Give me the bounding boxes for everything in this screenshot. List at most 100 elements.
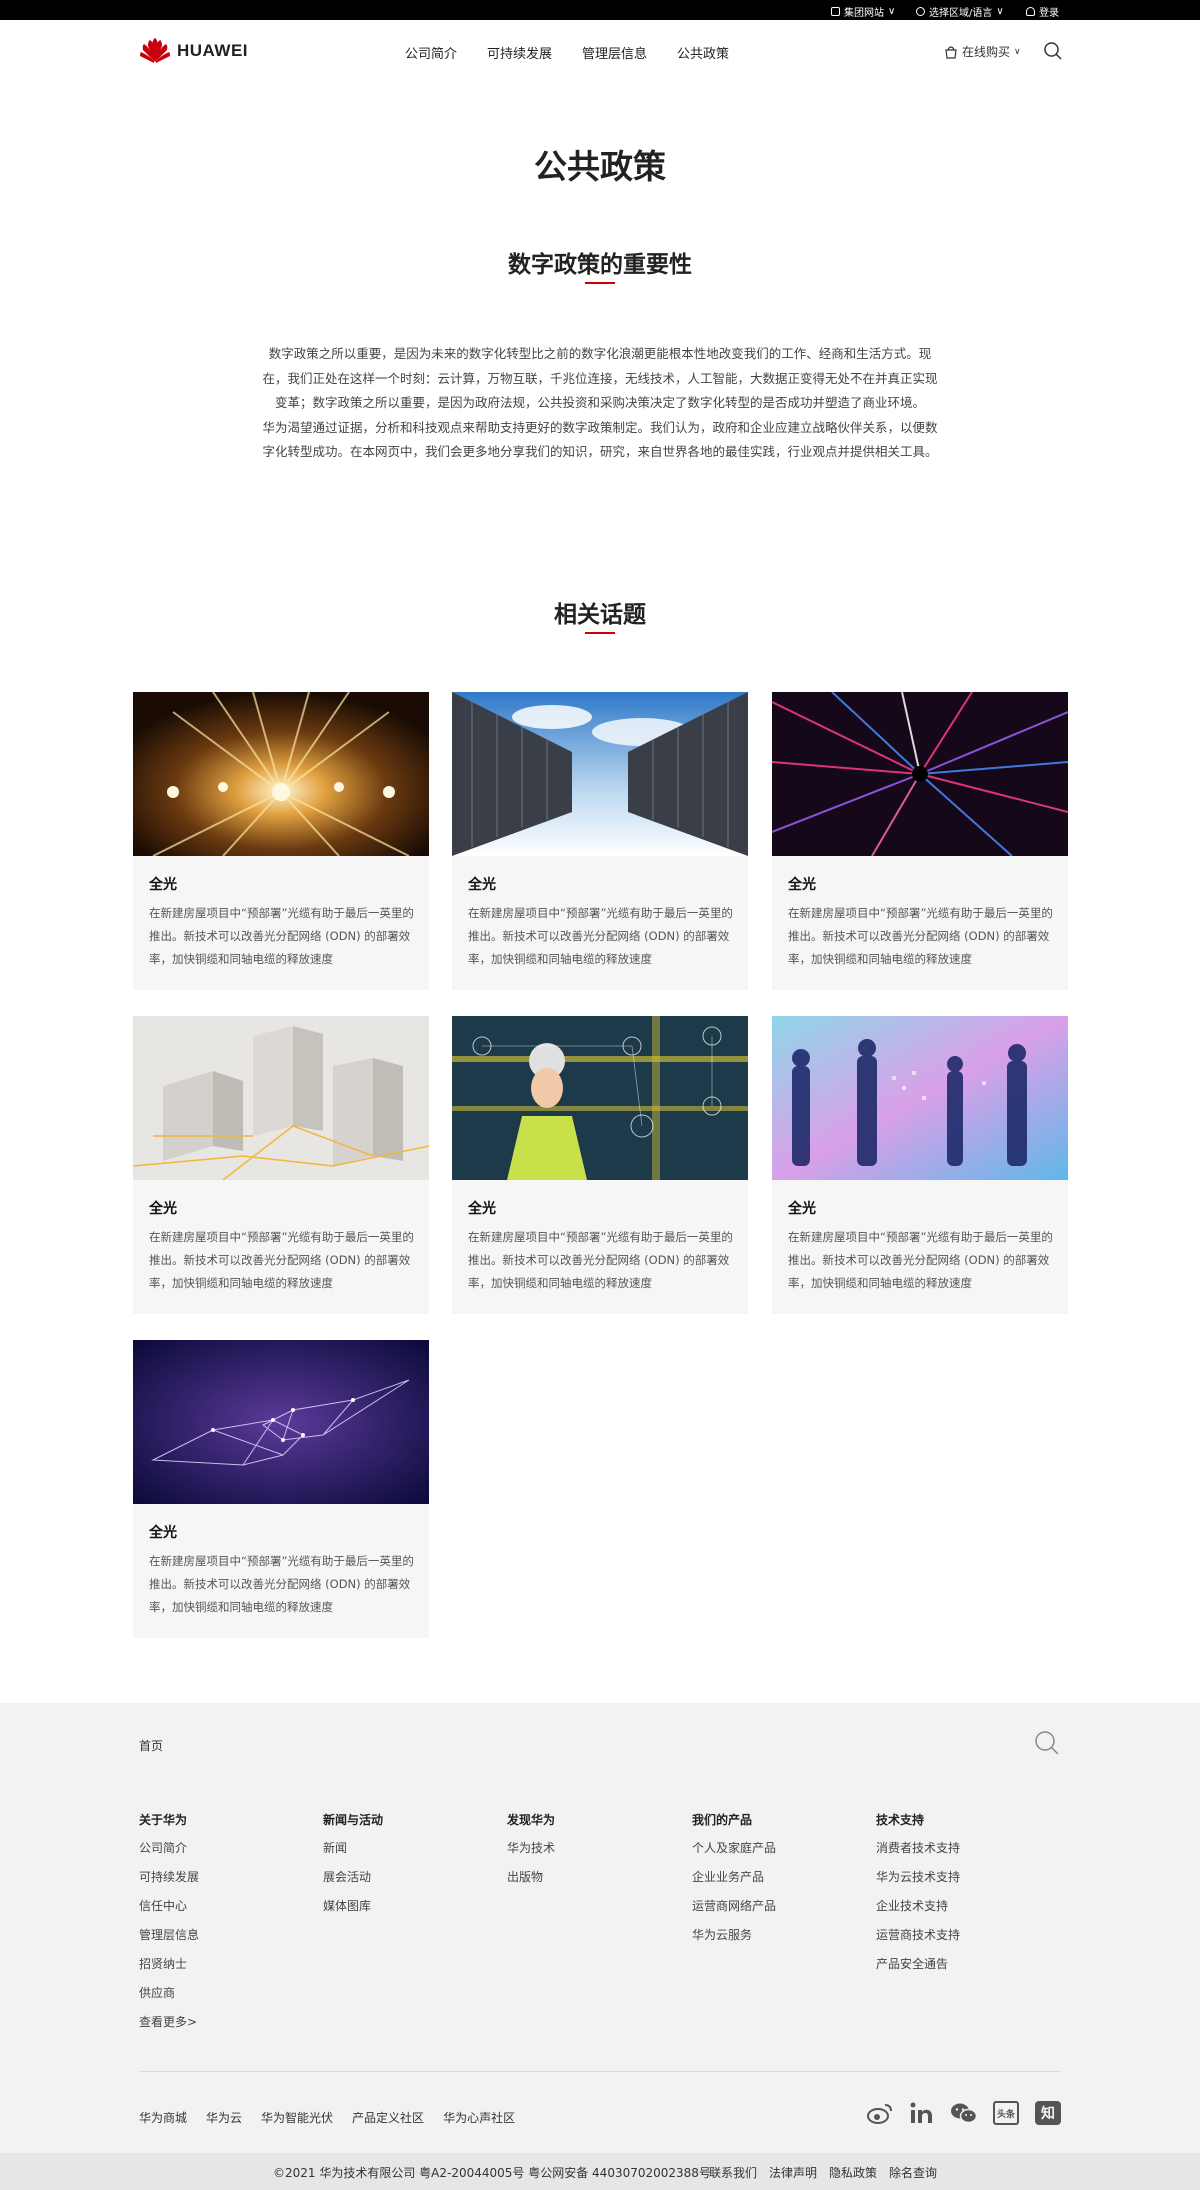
card-description: 在新建房屋项目中“预部署”光缆有助于最后一英里的推出。新技术可以改善光分配网络 …: [149, 1230, 414, 1290]
linkedin-icon[interactable]: [908, 2099, 936, 2127]
search-icon[interactable]: [1043, 41, 1063, 61]
card-title: 全光: [788, 877, 816, 893]
weibo-icon[interactable]: [866, 2099, 894, 2127]
footer-link[interactable]: 运营商技术支持: [876, 1927, 960, 1956]
footer-link[interactable]: 招贤纳士: [139, 1956, 199, 1985]
footer-link[interactable]: 供应商: [139, 1985, 199, 2014]
card-image: [772, 692, 1068, 856]
site-footer: 首页 关于华为 公司简介 可持续发展 信任中心 管理层信息 招贤纳士 供应商 查…: [0, 1703, 1200, 2190]
footer-column-title: 发现华为: [507, 1813, 556, 1827]
page-title: 公共政策: [534, 147, 666, 186]
copyright-bar: ©2021 华为技术有限公司 粤A2-20044005号 粤公网安备 44030…: [0, 2153, 1200, 2190]
card-image: [452, 692, 748, 856]
card-title: 全光: [149, 1525, 177, 1541]
section-divider: [585, 282, 615, 284]
section-title-related-topics: 相关话题: [554, 602, 646, 628]
site-header: HUAWEI 公司简介 可持续发展 管理层信息 公共政策 在线购买 ∨: [0, 20, 1200, 86]
footer-link[interactable]: 媒体图库: [323, 1898, 383, 1927]
card-title: 全光: [149, 877, 177, 893]
intro-paragraph: 华为渴望通过证据，分析和科技观点来帮助支持更好的数字政策制定。我们认为，政府和企…: [262, 419, 938, 460]
footer-column-title: 我们的产品: [692, 1813, 753, 1827]
footer-bottom-link[interactable]: 华为智能光伏: [261, 2109, 333, 2126]
footer-link[interactable]: 公司简介: [139, 1840, 199, 1869]
legal-link[interactable]: 除名查询: [889, 2164, 937, 2181]
chevron-down-icon: ∨: [996, 6, 1004, 17]
toutiao-icon[interactable]: 头条: [992, 2099, 1020, 2127]
footer-bottom-link[interactable]: 华为商城: [139, 2109, 187, 2126]
login-label: 登录: [1039, 8, 1059, 19]
card-image: [772, 1016, 1068, 1180]
footer-bottom-link[interactable]: 华为云: [206, 2109, 242, 2126]
footer-link[interactable]: 运营商网络产品: [692, 1898, 776, 1927]
shop-online-button[interactable]: 在线购买 ∨: [944, 43, 1021, 60]
card-image: [133, 692, 429, 856]
card-title: 全光: [149, 1201, 177, 1217]
topic-card[interactable]: 全光 在新建房屋项目中“预部署”光缆有助于最后一英里的推出。新技术可以改善光分配…: [452, 1016, 748, 1314]
search-icon[interactable]: [1034, 1730, 1060, 1756]
shop-online-label: 在线购买: [962, 45, 1011, 59]
chevron-down-icon: ∨: [888, 6, 896, 17]
legal-link[interactable]: 联系我们: [709, 2164, 757, 2181]
nav-item-public-policy[interactable]: 公共政策: [677, 43, 729, 62]
footer-link[interactable]: 个人及家庭产品: [692, 1840, 776, 1869]
footer-column-about: 关于华为 公司简介 可持续发展 信任中心 管理层信息 招贤纳士 供应商 查看更多…: [139, 1811, 199, 2043]
login-link[interactable]: 登录: [1026, 4, 1059, 19]
topic-card[interactable]: 全光 在新建房屋项目中“预部署”光缆有助于最后一英里的推出。新技术可以改善光分配…: [133, 1340, 429, 1638]
footer-column-products: 我们的产品 个人及家庭产品 企业业务产品 运营商网络产品 华为云服务: [692, 1811, 776, 1956]
nav-item-company-profile[interactable]: 公司简介: [405, 43, 457, 62]
card-image: [452, 1016, 748, 1180]
legal-link[interactable]: 隐私政策: [829, 2164, 877, 2181]
nav-item-management[interactable]: 管理层信息: [582, 43, 647, 62]
footer-link[interactable]: 管理层信息: [139, 1927, 199, 1956]
topic-card[interactable]: 全光 在新建房屋项目中“预部署”光缆有助于最后一英里的推出。新技术可以改善光分配…: [772, 692, 1068, 990]
card-description: 在新建房屋项目中“预部署”光缆有助于最后一英里的推出。新技术可以改善光分配网络 …: [468, 1230, 733, 1290]
wechat-icon[interactable]: [950, 2099, 978, 2127]
footer-bottom-links: 华为商城 华为云 华为智能光伏 产品定义社区 华为心声社区: [139, 2109, 515, 2126]
footer-link[interactable]: 产品安全通告: [876, 1956, 960, 1985]
intro-paragraph: 数字政策之所以重要，是因为未来的数字化转型比之前的数字化浪潮更能根本性地改变我们…: [262, 346, 938, 410]
card-image: [133, 1016, 429, 1180]
footer-link[interactable]: 华为云服务: [692, 1927, 776, 1956]
main-nav: 公司简介 可持续发展 管理层信息 公共政策: [405, 43, 729, 62]
footer-link[interactable]: 可持续发展: [139, 1869, 199, 1898]
section-divider: [585, 632, 615, 634]
card-image: [133, 1340, 429, 1504]
card-description: 在新建房屋项目中“预部署”光缆有助于最后一英里的推出。新技术可以改善光分配网络 …: [149, 1554, 414, 1614]
footer-column-title: 新闻与活动: [323, 1813, 384, 1827]
footer-bottom-link[interactable]: 华为心声社区: [443, 2109, 515, 2126]
footer-link[interactable]: 消费者技术支持: [876, 1840, 960, 1869]
footer-link[interactable]: 企业技术支持: [876, 1898, 960, 1927]
logo-text: HUAWEI: [177, 41, 248, 60]
top-utility-bar: 集团网站 ∨ 选择区域/语言 ∨ 登录: [0, 0, 1200, 20]
footer-home-link[interactable]: 首页: [139, 1737, 163, 1754]
zhihu-icon[interactable]: 知: [1034, 2099, 1062, 2127]
huawei-logo[interactable]: HUAWEI: [139, 38, 248, 64]
footer-link[interactable]: 展会活动: [323, 1869, 383, 1898]
copyright-text: ©2021 华为技术有限公司 粤A2-20044005号 粤公网安备 44030…: [273, 2166, 711, 2180]
topic-card[interactable]: 全光 在新建房屋项目中“预部署”光缆有助于最后一英里的推出。新技术可以改善光分配…: [133, 1016, 429, 1314]
card-title: 全光: [468, 877, 496, 893]
group-sites-link[interactable]: 集团网站 ∨: [831, 4, 895, 19]
card-description: 在新建房屋项目中“预部署”光缆有助于最后一英里的推出。新技术可以改善光分配网络 …: [149, 906, 414, 966]
legal-links: 联系我们 法律声明 隐私政策 除名查询: [709, 2164, 937, 2181]
nav-item-sustainability[interactable]: 可持续发展: [487, 43, 552, 62]
footer-link[interactable]: 新闻: [323, 1840, 383, 1869]
topic-card[interactable]: 全光 在新建房屋项目中“预部署”光缆有助于最后一英里的推出。新技术可以改善光分配…: [133, 692, 429, 990]
group-sites-label: 集团网站: [844, 8, 884, 19]
card-title: 全光: [788, 1201, 816, 1217]
footer-link[interactable]: 华为云技术支持: [876, 1869, 960, 1898]
region-language-link[interactable]: 选择区域/语言 ∨: [916, 4, 1004, 19]
footer-link[interactable]: 企业业务产品: [692, 1869, 776, 1898]
region-language-label: 选择区域/语言: [929, 8, 993, 19]
legal-link[interactable]: 法律声明: [769, 2164, 817, 2181]
footer-bottom-link[interactable]: 产品定义社区: [352, 2109, 424, 2126]
topic-card[interactable]: 全光 在新建房屋项目中“预部署”光缆有助于最后一英里的推出。新技术可以改善光分配…: [452, 692, 748, 990]
footer-link[interactable]: 信任中心: [139, 1898, 199, 1927]
footer-see-more-link[interactable]: 查看更多>: [139, 2014, 199, 2043]
footer-link[interactable]: 华为技术: [507, 1840, 555, 1869]
footer-column-title: 技术支持: [876, 1813, 925, 1827]
footer-link[interactable]: 出版物: [507, 1869, 555, 1898]
topic-card[interactable]: 全光 在新建房屋项目中“预部署”光缆有助于最后一英里的推出。新技术可以改善光分配…: [772, 1016, 1068, 1314]
footer-column-title: 关于华为: [139, 1813, 188, 1827]
section-title-digital-policy: 数字政策的重要性: [508, 252, 692, 278]
